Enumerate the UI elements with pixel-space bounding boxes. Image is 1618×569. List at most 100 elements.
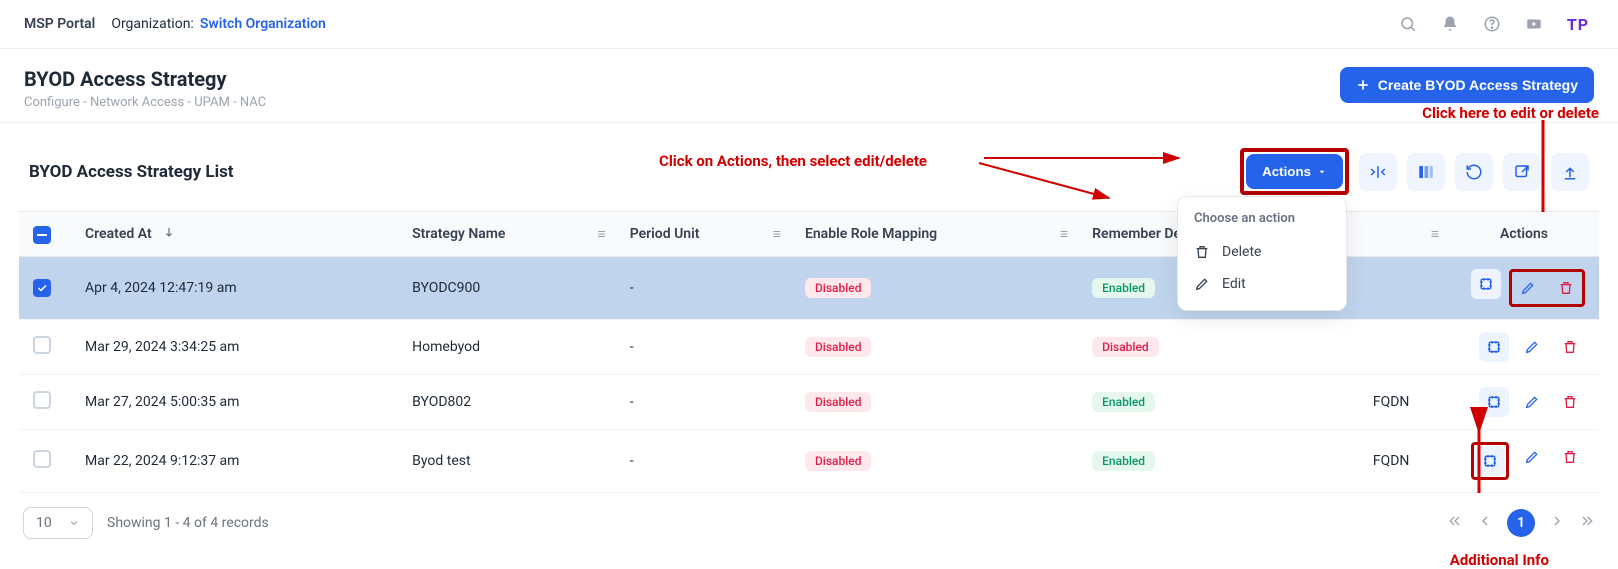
page-size-select[interactable]: 10 (23, 507, 93, 539)
remember-badge: Enabled (1092, 278, 1155, 298)
page-title: BYOD Access Strategy (24, 67, 266, 91)
page-header: BYOD Access Strategy Configure - Network… (0, 49, 1618, 123)
cell-created-at: Mar 29, 2024 3:34:25 am (71, 320, 398, 375)
cell-created-at: Mar 27, 2024 5:00:35 am (71, 375, 398, 430)
cell-created-at: Apr 4, 2024 12:47:19 am (71, 257, 398, 320)
cell-col6: FQDN (1333, 375, 1449, 430)
cell-period-unit: - (616, 320, 791, 375)
th-col6[interactable]: ≡ (1333, 212, 1449, 257)
chevron-down-icon (68, 517, 80, 529)
annotation-arrow-1 (984, 148, 1194, 188)
view-icon[interactable] (1475, 446, 1505, 476)
select-all-checkbox[interactable] (33, 226, 51, 244)
page-size-value: 10 (36, 515, 52, 531)
table-row: Mar 29, 2024 3:34:25 amHomebyod- Disabled… (19, 320, 1599, 375)
create-byod-label: Create BYOD Access Strategy (1378, 77, 1578, 93)
refresh-icon[interactable] (1455, 153, 1493, 191)
topbar-right: TP (1394, 8, 1594, 40)
column-drag-icon[interactable]: ≡ (1060, 226, 1068, 243)
topbar: MSP Portal Organization: Switch Organiza… (0, 0, 1618, 49)
delete-icon[interactable] (1555, 442, 1585, 472)
dropdown-edit[interactable]: Edit (1178, 268, 1346, 300)
caret-down-icon (1317, 167, 1327, 177)
th-created-at[interactable]: Created At (71, 212, 398, 257)
th-actions: Actions (1449, 212, 1599, 257)
remember-badge: Disabled (1092, 337, 1159, 357)
bell-icon[interactable] (1436, 10, 1464, 38)
mapping-badge: Disabled (805, 278, 872, 298)
mapping-badge: Disabled (805, 392, 872, 412)
table-row: Mar 27, 2024 5:00:35 amBYOD802-Disabled E… (19, 375, 1599, 430)
annotation-additional-info: Additional Info (1450, 551, 1549, 569)
delete-icon[interactable] (1551, 273, 1581, 303)
strategy-table: Created At Strategy Name≡ Period Unit≡ E… (19, 211, 1599, 493)
delete-icon[interactable] (1555, 332, 1585, 362)
remember-badge: Enabled (1092, 392, 1155, 412)
card-head: BYOD Access Strategy List Click on Actio… (19, 142, 1599, 211)
th-enable-role-mapping[interactable]: Enable Role Mapping≡ (791, 212, 1078, 257)
avatar[interactable]: TP (1562, 8, 1594, 40)
records-text: Showing 1 - 4 of 4 records (107, 515, 269, 531)
cell-strategy-name: BYODC900 (398, 257, 616, 320)
plus-icon (1356, 78, 1370, 92)
th-strategy-name[interactable]: Strategy Name≡ (398, 212, 616, 257)
help-icon[interactable] (1478, 10, 1506, 38)
edit-icon[interactable] (1517, 387, 1547, 417)
pager: 1 (1447, 509, 1595, 537)
cell-created-at: Mar 22, 2024 9:12:37 am (71, 430, 398, 493)
th-period-unit[interactable]: Period Unit≡ (616, 212, 791, 257)
row-checkbox[interactable] (33, 336, 51, 354)
delete-icon[interactable] (1555, 387, 1585, 417)
fit-columns-icon[interactable] (1359, 153, 1397, 191)
table-row: Mar 22, 2024 9:12:37 amByod test-Disable… (19, 430, 1599, 493)
pencil-icon (1194, 276, 1210, 292)
columns-icon[interactable] (1407, 153, 1445, 191)
edit-icon[interactable] (1517, 442, 1547, 472)
table-footer: 10 Showing 1 - 4 of 4 records 1 (19, 507, 1599, 539)
import-icon[interactable] (1551, 153, 1589, 191)
create-byod-button[interactable]: Create BYOD Access Strategy (1340, 67, 1594, 103)
edit-icon[interactable] (1517, 332, 1547, 362)
view-icon[interactable] (1479, 332, 1509, 362)
annotation-arrow-2 (979, 158, 1129, 208)
mapping-badge: Disabled (805, 451, 872, 471)
pager-prev[interactable] (1477, 513, 1493, 533)
dropdown-delete-label: Delete (1222, 244, 1261, 260)
brand-label: MSP Portal (24, 16, 95, 32)
dropdown-delete[interactable]: Delete (1178, 236, 1346, 268)
dropdown-title: Choose an action (1178, 207, 1346, 236)
cell-strategy-name: BYOD802 (398, 375, 616, 430)
actions-dropdown-menu: Choose an action Delete Edit (1177, 196, 1347, 311)
column-drag-icon[interactable]: ≡ (598, 226, 606, 243)
view-icon[interactable] (1471, 269, 1501, 299)
pager-current[interactable]: 1 (1507, 509, 1535, 537)
actions-button-label: Actions (1262, 164, 1311, 179)
video-icon[interactable] (1520, 10, 1548, 38)
cell-period-unit: - (616, 375, 791, 430)
edit-icon[interactable] (1513, 273, 1543, 303)
search-icon[interactable] (1394, 10, 1422, 38)
cell-strategy-name: Homebyod (398, 320, 616, 375)
column-drag-icon[interactable]: ≡ (1431, 226, 1439, 243)
view-icon[interactable] (1479, 387, 1509, 417)
switch-organization-link[interactable]: Switch Organization (200, 16, 326, 32)
cell-period-unit: - (616, 257, 791, 320)
organization-label: Organization: (111, 16, 194, 32)
column-drag-icon[interactable]: ≡ (773, 226, 781, 243)
cell-period-unit: - (616, 430, 791, 493)
actions-dropdown-button[interactable]: Actions (1246, 154, 1343, 189)
table-row: Apr 4, 2024 12:47:19 amBYODC900-Disabled… (19, 257, 1599, 320)
cell-strategy-name: Byod test (398, 430, 616, 493)
dropdown-edit-label: Edit (1222, 276, 1246, 292)
row-checkbox[interactable] (33, 450, 51, 468)
annotation-actions-hint: Click on Actions, then select edit/delet… (659, 152, 927, 170)
sort-desc-icon (163, 226, 175, 238)
export-icon[interactable] (1503, 153, 1541, 191)
cell-col6 (1333, 320, 1449, 375)
toolbar: Actions (1240, 148, 1589, 195)
row-checkbox[interactable] (33, 391, 51, 409)
row-checkbox[interactable] (33, 279, 51, 297)
pager-next[interactable] (1549, 513, 1565, 533)
pager-last[interactable] (1579, 513, 1595, 533)
pager-first[interactable] (1447, 513, 1463, 533)
